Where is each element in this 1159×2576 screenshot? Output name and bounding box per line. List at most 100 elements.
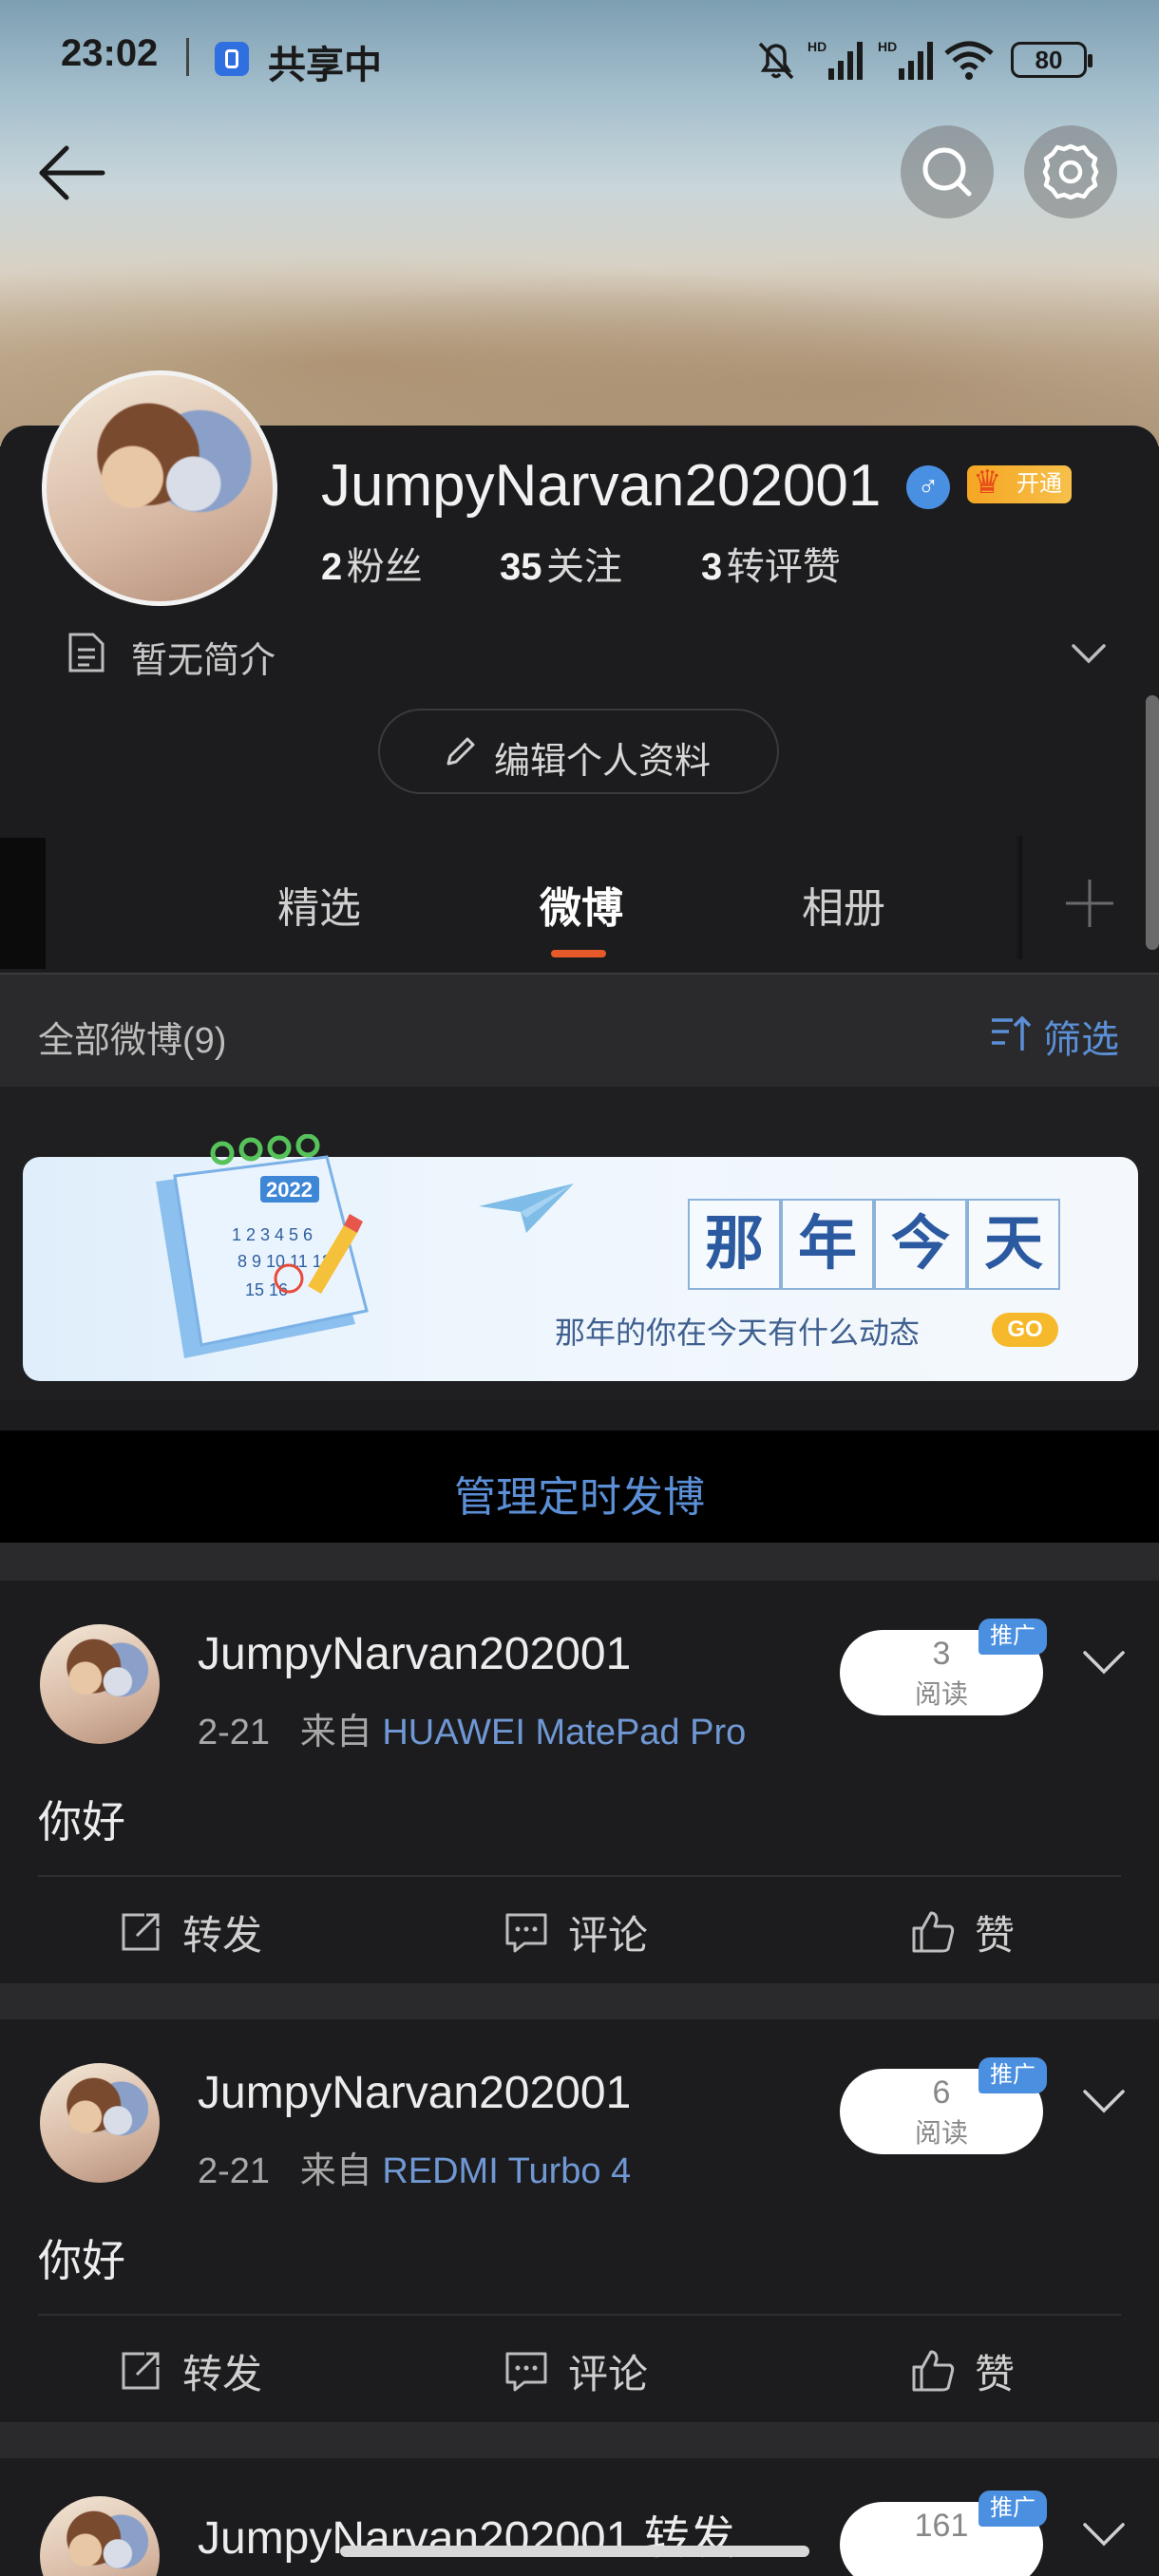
vip-open-badge[interactable]: 开通: [967, 464, 1072, 503]
svg-text:1 2 3 4 5 6: 1 2 3 4 5 6: [232, 1225, 313, 1244]
edit-profile-label: 编辑个人资料: [494, 742, 712, 782]
banner-title-char: 今: [874, 1199, 967, 1290]
signal-hd-icon: HD: [808, 39, 863, 80]
screen-share-status: 共享中: [268, 45, 382, 86]
thumbs-up-icon: [912, 2350, 955, 2392]
repost-label: 转发: [182, 1913, 263, 1958]
following-count: 35: [500, 546, 542, 588]
calendar-illustration: 2022 1 2 3 4 5 6 8 9 10 11 12 15 16: [156, 1134, 369, 1358]
search-icon: [922, 147, 972, 197]
post-from-label: 来自: [299, 2151, 372, 2191]
add-tab-icon[interactable]: [1060, 874, 1119, 933]
post-meta: 2-21 来自 HUAWEI MatePad Pro: [198, 1702, 746, 1754]
banner-subtitle: 那年的你在今天有什么动态: [555, 1315, 921, 1351]
interactions-label: 转评赞: [726, 546, 841, 588]
filter-label: 筛选: [1043, 1019, 1119, 1061]
section-gap: [0, 1543, 1159, 1581]
settings-button[interactable]: [1024, 125, 1117, 218]
promote-badge[interactable]: 推广: [978, 2057, 1047, 2093]
section-gap: [0, 2422, 1159, 2458]
battery-indicator: 80: [1011, 42, 1092, 78]
stat-interactions[interactable]: 3 转评赞: [701, 536, 841, 591]
repost-icon: [122, 2352, 160, 2390]
post-source[interactable]: HUAWEI MatePad Pro: [382, 1713, 746, 1752]
followers-count: 2: [321, 546, 343, 588]
post-avatar[interactable]: [40, 1624, 160, 1744]
following-label: 关注: [545, 546, 622, 588]
section-gap: [0, 1983, 1159, 2019]
signal-hd-icon: HD: [878, 39, 933, 80]
interactions-count: 3: [701, 546, 723, 588]
home-indicator[interactable]: [340, 2546, 809, 2557]
manage-scheduled-label: 管理定时发博: [454, 1474, 705, 1521]
post-card[interactable]: JumpyNarvan202001 2-21 来自 HUAWEI MatePad…: [0, 1581, 1159, 1983]
sort-filter-icon: [992, 1015, 1032, 1051]
comment-icon: [505, 1913, 547, 1953]
comment-icon: [505, 2352, 547, 2392]
chevron-down-icon[interactable]: [1079, 2080, 1129, 2122]
edit-profile-button[interactable]: 编辑个人资料: [378, 709, 779, 794]
post-from-label: 来自: [299, 1713, 372, 1752]
gear-icon: [1042, 143, 1099, 200]
document-icon: [68, 633, 104, 672]
svg-text:8 9 10 11 12: 8 9 10 11 12: [238, 1252, 332, 1271]
pencil-icon: [446, 737, 475, 766]
post-date: 2-21: [198, 2151, 271, 2191]
chevron-down-icon[interactable]: [1079, 1641, 1129, 1683]
post-card[interactable]: JumpyNarvan202001 2-21 来自 REDMI Turbo 4 …: [0, 2019, 1159, 2422]
scrollbar[interactable]: [1146, 695, 1159, 950]
svg-text:HD: HD: [878, 39, 897, 54]
stat-following[interactable]: 35 关注: [500, 536, 622, 591]
active-tab-indicator: [551, 950, 606, 957]
post-divider: [38, 2314, 1121, 2316]
comment-label: 评论: [568, 1913, 649, 1958]
svg-text:HD: HD: [808, 39, 826, 54]
status-separator: [186, 38, 189, 76]
post-avatar[interactable]: [40, 2496, 160, 2576]
profile-username: JumpyNarvan202001: [321, 453, 882, 519]
post-text: 你好: [38, 2236, 125, 2285]
post-author[interactable]: JumpyNarvan202001: [198, 2067, 631, 2119]
post-card[interactable]: JumpyNarvan202001 转发 161 推广: [0, 2458, 1159, 2576]
like-label: 赞: [975, 1913, 1016, 1958]
bio-text: 暂无简介: [131, 641, 276, 681]
back-arrow-icon[interactable]: [34, 142, 110, 203]
stat-followers[interactable]: 2 粉丝: [321, 536, 423, 591]
banner-go-button[interactable]: GO: [992, 1313, 1058, 1347]
tab-featured[interactable]: 精选: [277, 874, 361, 935]
avatar[interactable]: [42, 370, 277, 606]
promote-badge[interactable]: 推广: [978, 2491, 1047, 2527]
all-posts-count: 全部微博(9): [38, 1021, 227, 1061]
repost-label: 转发: [182, 2352, 263, 2396]
tab-weibo[interactable]: 微博: [540, 874, 623, 935]
post-avatar[interactable]: [40, 2063, 160, 2183]
chevron-down-icon[interactable]: [1079, 2513, 1129, 2555]
repost-icon: [122, 1913, 160, 1951]
tab-scroll-fade: [1015, 836, 1022, 959]
manage-scheduled-posts[interactable]: 管理定时发博: [0, 1430, 1159, 1543]
paper-plane-icon: [479, 1184, 574, 1233]
post-text: 你好: [38, 1797, 125, 1847]
bell-muted-icon: [758, 42, 794, 80]
wifi-icon: [944, 41, 994, 80]
calendar-year: 2022: [266, 1178, 313, 1202]
banner-title-char: 那: [688, 1199, 781, 1290]
read-label: 阅读: [914, 2118, 968, 2148]
filter-bar: 全部微博(9) 筛选: [0, 975, 1159, 1087]
chevron-down-icon[interactable]: [1068, 635, 1110, 672]
promote-badge[interactable]: 推广: [978, 1619, 1047, 1655]
male-gender-icon: ♂: [906, 465, 950, 509]
screen-share-icon: [215, 42, 249, 76]
banner-title-char: 年: [781, 1199, 874, 1290]
post-source[interactable]: REDMI Turbo 4: [382, 2151, 631, 2191]
status-time: 23:02: [61, 32, 159, 74]
post-divider: [38, 1875, 1121, 1877]
post-date: 2-21: [198, 1713, 271, 1752]
thumbs-up-icon: [912, 1911, 955, 1953]
read-label: 阅读: [914, 1679, 968, 1709]
comment-label: 评论: [568, 2352, 649, 2396]
tab-album[interactable]: 相册: [802, 874, 885, 935]
on-this-day-banner[interactable]: 2022 1 2 3 4 5 6 8 9 10 11 12 15 16 那 年 …: [23, 1134, 1138, 1381]
search-button[interactable]: [901, 125, 994, 218]
post-author[interactable]: JumpyNarvan202001: [198, 1628, 631, 1680]
